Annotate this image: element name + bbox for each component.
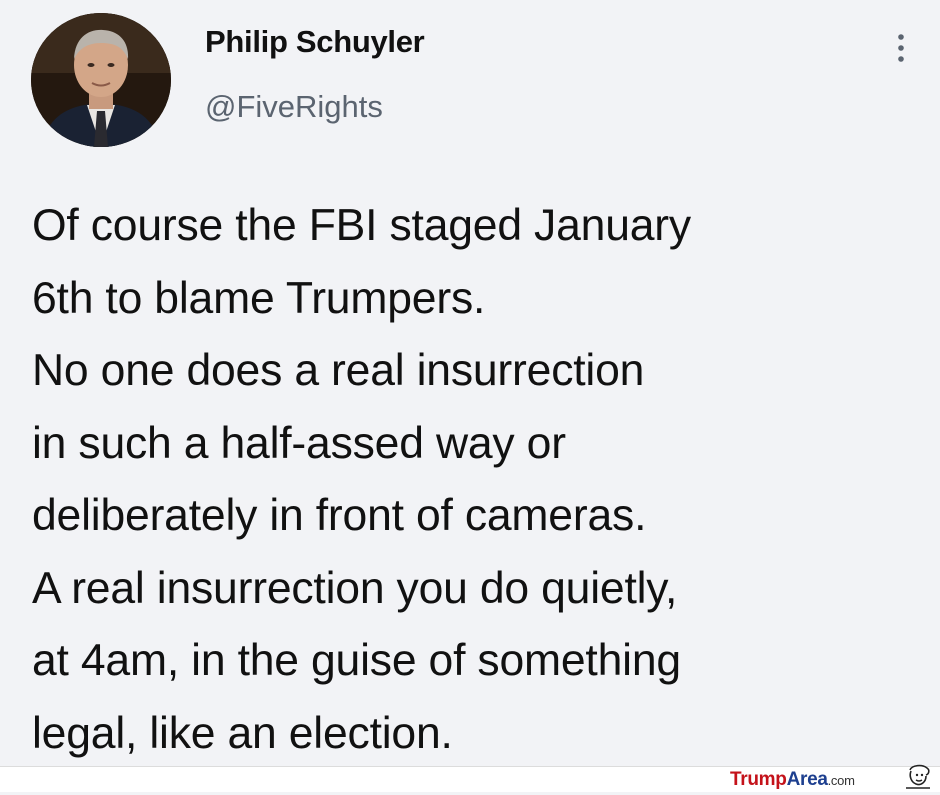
author-handle[interactable]: @FiveRights <box>205 89 383 125</box>
watermark-part1: Trump <box>730 769 787 790</box>
avatar-portrait-image <box>31 13 171 147</box>
tweet-text: Of course the FBI staged January 6th to … <box>32 190 912 770</box>
watermark-part2: Area <box>786 769 828 790</box>
tweet-text-line: in such a half-assed way or <box>32 418 566 468</box>
tweet-text-line: A real insurrection you do quietly, <box>32 563 678 613</box>
watermark-part3: .com <box>827 773 855 788</box>
tweet-text-line: Of course the FBI staged January <box>32 201 691 250</box>
tweet-text-line: legal, like an election. <box>32 708 453 758</box>
tweet-card: Philip Schuyler @FiveRights Of course th… <box>0 0 940 766</box>
avatar[interactable] <box>31 13 171 147</box>
watermark-logo: TrumpArea.com <box>730 769 855 791</box>
tweet-text-line: No one does a real insurrection <box>32 346 645 395</box>
author-display-name[interactable]: Philip Schuyler <box>205 24 425 60</box>
tweet-text-line: at 4am, in the guise of something <box>32 636 681 685</box>
mascot-icon <box>902 762 934 790</box>
tweet-text-line: deliberately in front of cameras. <box>32 491 647 540</box>
more-vertical-icon[interactable] <box>893 30 909 66</box>
tweet-text-line: 6th to blame Trumpers. <box>32 273 486 323</box>
